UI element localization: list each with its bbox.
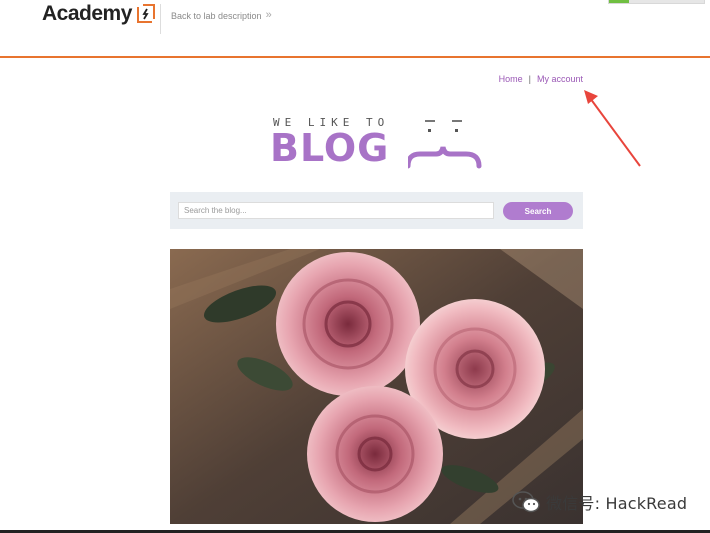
watermark: 微信号: HackRead	[512, 490, 687, 514]
search-panel: Search	[170, 192, 583, 229]
post-image[interactable]	[170, 249, 583, 524]
academy-header: Academy Back to lab description »	[0, 0, 710, 58]
nav-home-link[interactable]: Home	[499, 74, 523, 84]
roses-photo-icon	[170, 249, 583, 524]
nav-separator: |	[528, 74, 531, 84]
double-chevron-right-icon: »	[265, 9, 272, 21]
nav-my-account-link[interactable]: My account	[537, 74, 583, 84]
back-to-lab-link[interactable]: Back to lab description »	[171, 10, 272, 21]
watermark-text: 微信号: HackRead	[546, 494, 688, 513]
header-divider	[160, 4, 161, 34]
lab-status-fill	[609, 0, 629, 3]
search-button[interactable]: Search	[503, 202, 573, 220]
annotation-arrow-icon	[584, 90, 641, 167]
search-input[interactable]	[178, 202, 494, 219]
page: Academy Back to lab description » Home |…	[0, 0, 710, 533]
back-to-lab-label: Back to lab description	[171, 10, 262, 21]
blog-title: BLOG	[270, 126, 390, 170]
lab-status-indicator	[608, 0, 705, 4]
blog-face-icon	[408, 120, 482, 169]
blog-header-logo: WE LIKE TO BLOG	[270, 116, 485, 176]
academy-logo[interactable]: Academy	[42, 1, 157, 27]
wechat-icon	[512, 491, 540, 513]
academy-logo-text: Academy	[42, 2, 132, 25]
academy-logo-icon	[136, 4, 155, 23]
blog-nav: Home | My account	[499, 74, 583, 84]
